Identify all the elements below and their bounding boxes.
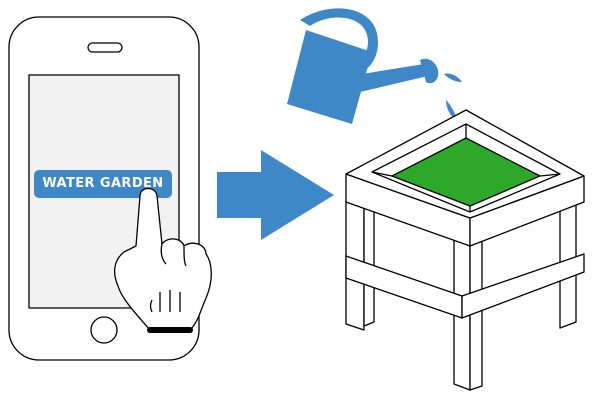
diagram-canvas: WATER GARDEN	[0, 0, 600, 400]
planter-box-icon	[345, 109, 585, 391]
